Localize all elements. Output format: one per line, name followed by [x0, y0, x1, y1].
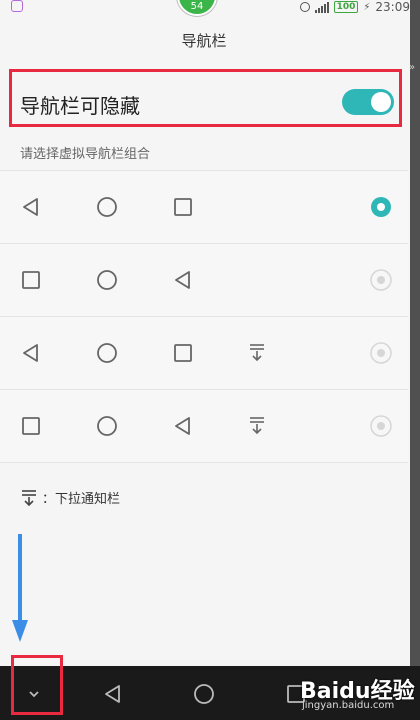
page-title: 导航栏 [181, 32, 227, 50]
signal-icon [314, 1, 329, 13]
status-bar: 54 100 ⚡ 23:09 [0, 0, 420, 16]
watermark-url: jingyan.baidu.com [302, 700, 395, 711]
navbar-highlight-box [11, 655, 63, 715]
home-icon [96, 269, 118, 291]
alarm-icon [299, 2, 310, 12]
floating-badge[interactable]: 54 [177, 0, 217, 16]
recent-icon [20, 415, 42, 437]
status-right: 100 ⚡ 23:09 [299, 0, 410, 14]
home-icon [96, 415, 118, 437]
home-icon [96, 342, 118, 364]
radio-selected-icon[interactable] [370, 196, 392, 218]
recent-icon [172, 196, 194, 218]
section-label: 请选择虚拟导航栏组合 [20, 147, 151, 162]
charging-icon: ⚡ [363, 1, 371, 13]
legend: ：下拉通知栏 [20, 488, 120, 507]
navbar-home-icon[interactable] [193, 683, 215, 705]
back-icon [172, 269, 194, 291]
battery-level: 100 [336, 2, 356, 12]
recent-icon [172, 342, 194, 364]
notification-pull-icon [22, 489, 36, 506]
battery-icon: 100 [333, 1, 359, 13]
back-icon [20, 342, 42, 364]
navbar-combination-option[interactable] [0, 171, 408, 244]
toggle-highlight-box [9, 69, 402, 127]
radio-unselected-icon[interactable] [370, 269, 392, 291]
double-chevron-icon: » [409, 62, 416, 73]
navbar-combination-list [0, 170, 408, 463]
navbar-combination-option[interactable] [0, 390, 408, 463]
side-panel-edge[interactable]: » [409, 0, 420, 668]
home-icon [96, 196, 118, 218]
annotation-arrow-icon [12, 534, 28, 642]
notification-pull-icon [246, 342, 268, 364]
recent-icon [20, 269, 42, 291]
status-time: 23:09 [375, 0, 410, 14]
radio-unselected-icon[interactable] [370, 342, 392, 364]
navbar-combination-option[interactable] [0, 317, 408, 390]
notification-pull-icon [246, 415, 268, 437]
app-notification-icon [11, 0, 23, 12]
legend-text: ：下拉通知栏 [42, 492, 121, 507]
back-icon [172, 415, 194, 437]
radio-unselected-icon[interactable] [370, 415, 392, 437]
badge-count: 54 [190, 1, 204, 12]
navbar-combination-option[interactable] [0, 244, 408, 317]
navbar-back-icon[interactable] [102, 683, 124, 705]
back-icon [20, 196, 42, 218]
